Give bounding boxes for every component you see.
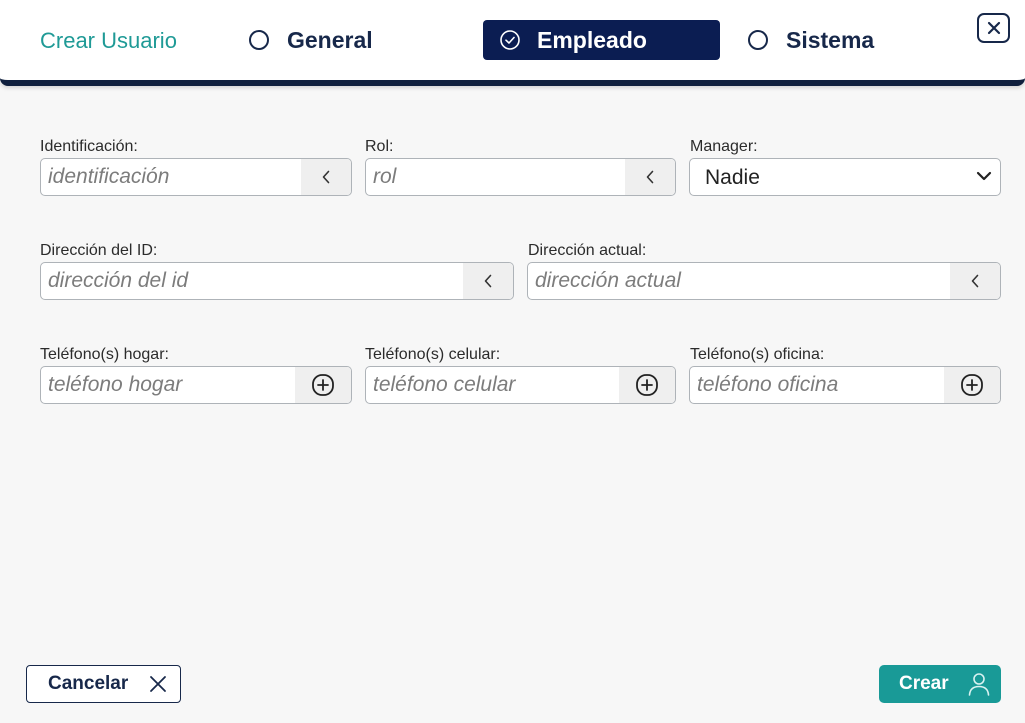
chevron-left-icon (971, 274, 979, 288)
tab-general-label: General (287, 26, 373, 53)
chevron-left-icon (646, 170, 654, 184)
manager-label: Manager: (690, 138, 758, 155)
telefono-oficina-input[interactable] (690, 367, 946, 403)
check-circle-icon (500, 30, 520, 50)
direccion-actual-picker-button[interactable] (950, 263, 1000, 299)
cancel-button[interactable]: Cancelar (26, 665, 181, 703)
plus-circle-icon (312, 374, 334, 396)
add-telefono-oficina-button[interactable] (944, 367, 1000, 403)
user-icon (968, 673, 990, 696)
direccion-actual-field (527, 262, 1001, 300)
telefono-celular-input[interactable] (366, 367, 621, 403)
close-button[interactable] (977, 13, 1010, 43)
page-title: Crear Usuario (40, 28, 177, 53)
identificacion-input[interactable] (41, 159, 303, 195)
direccion-actual-label: Dirección actual: (528, 242, 647, 259)
direccion-id-field (40, 262, 514, 300)
manager-select[interactable]: Nadie (689, 158, 1001, 196)
direccion-id-input[interactable] (41, 263, 465, 299)
close-icon (987, 21, 1000, 35)
modal-header: Crear Usuario General Empleado Sistema (0, 0, 1025, 86)
direccion-id-picker-button[interactable] (463, 263, 513, 299)
telefono-hogar-label: Teléfono(s) hogar: (40, 346, 169, 363)
add-telefono-hogar-button[interactable] (295, 367, 351, 403)
chevron-left-icon (322, 170, 330, 184)
rol-picker-button[interactable] (625, 159, 675, 195)
create-button-label: Crear (899, 673, 949, 694)
tab-sistema[interactable]: Sistema (748, 20, 874, 60)
rol-input[interactable] (366, 159, 627, 195)
manager-value: Nadie (705, 166, 760, 189)
tab-sistema-label: Sistema (786, 26, 875, 53)
add-telefono-celular-button[interactable] (619, 367, 675, 403)
radio-unselected-icon (748, 30, 768, 50)
x-icon (150, 676, 166, 692)
identificacion-label: Identificación: (40, 138, 138, 155)
telefono-hogar-field (40, 366, 352, 404)
rol-field (365, 158, 676, 196)
identificacion-picker-button[interactable] (301, 159, 351, 195)
radio-unselected-icon (249, 30, 269, 50)
plus-circle-icon (961, 374, 983, 396)
direccion-id-label: Dirección del ID: (40, 242, 158, 259)
telefono-celular-field (365, 366, 676, 404)
identificacion-field (40, 158, 352, 196)
chevron-down-icon (976, 171, 992, 181)
telefono-hogar-input[interactable] (41, 367, 297, 403)
tab-empleado[interactable]: Empleado (483, 20, 720, 60)
chevron-left-icon (484, 274, 492, 288)
tab-empleado-label: Empleado (537, 26, 647, 53)
telefono-celular-label: Teléfono(s) celular: (365, 346, 501, 363)
rol-label: Rol: (365, 138, 394, 155)
telefono-oficina-label: Teléfono(s) oficina: (690, 346, 825, 363)
telefono-oficina-field (689, 366, 1001, 404)
direccion-actual-input[interactable] (528, 263, 952, 299)
create-button[interactable]: Crear (879, 665, 1001, 703)
cancel-button-label: Cancelar (48, 673, 129, 694)
tab-general[interactable]: General (249, 20, 373, 60)
plus-circle-icon (636, 374, 658, 396)
